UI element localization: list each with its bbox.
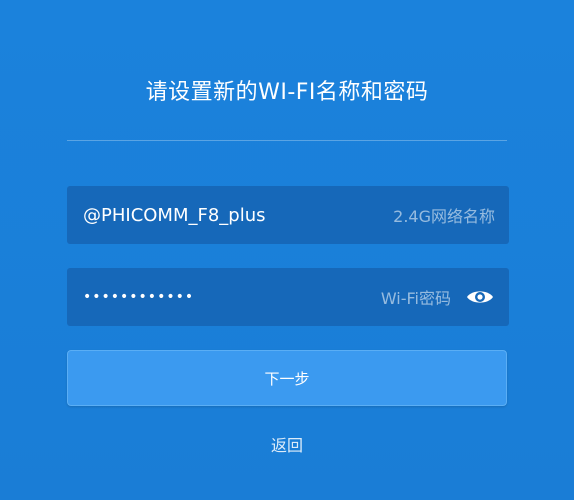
password-hint-label: Wi-Fi密码	[380, 289, 451, 308]
title-divider	[67, 140, 507, 141]
eye-icon[interactable]	[465, 286, 495, 308]
ssid-field[interactable]: @PHICOMM_F8_plus 2.4G网络名称	[67, 186, 509, 244]
password-field[interactable]: •••••••••••• Wi-Fi密码	[67, 268, 509, 326]
wifi-setup-screen: 请设置新的WI-FI名称和密码 @PHICOMM_F8_plus 2.4G网络名…	[0, 0, 574, 500]
back-link[interactable]: 返回	[0, 432, 574, 456]
page-title: 请设置新的WI-FI名称和密码	[145, 80, 429, 105]
ssid-input[interactable]: @PHICOMM_F8_plus	[83, 205, 383, 226]
ssid-hint-label: 2.4G网络名称	[393, 207, 495, 226]
password-input[interactable]: ••••••••••••	[83, 289, 371, 305]
next-step-button[interactable]: 下一步	[67, 350, 507, 406]
